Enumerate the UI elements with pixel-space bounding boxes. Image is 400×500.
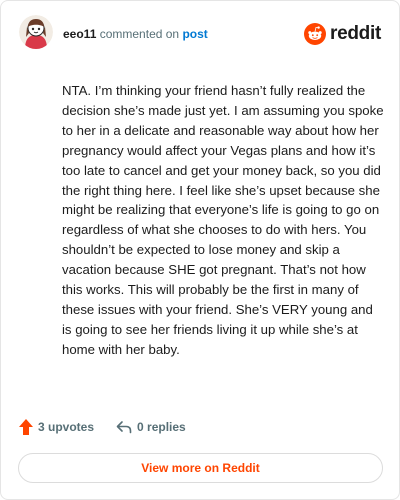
reply-button[interactable]: 0 replies [116,420,186,434]
comment-body: NTA. I’m thinking your friend hasn’t ful… [62,83,384,357]
reddit-alien-icon [304,23,327,45]
comment-header: eeo11 commented on post reddit [15,15,385,55]
reddit-brand[interactable]: reddit [304,21,381,47]
reply-arrow-icon [116,421,132,434]
upvote-button[interactable]: 3 upvotes [19,419,94,435]
reply-count: 0 replies [137,420,186,434]
comment-meta: eeo11 commented on post [63,27,208,41]
username-link[interactable]: eeo11 [63,27,96,41]
upvote-arrow-icon [19,419,33,435]
comment-actions: 3 upvotes 0 replies [19,417,186,437]
user-avatar[interactable] [19,15,53,49]
view-more-button[interactable]: View more on Reddit [18,453,383,483]
reddit-wordmark: reddit [330,23,381,44]
action-text: commented on [99,27,180,41]
avatar-icon [19,15,53,49]
upvote-count: 3 upvotes [38,420,95,434]
post-link[interactable]: post [182,27,207,41]
embedded-comment-card: eeo11 commented on post reddit NTA. I’m … [0,0,400,500]
